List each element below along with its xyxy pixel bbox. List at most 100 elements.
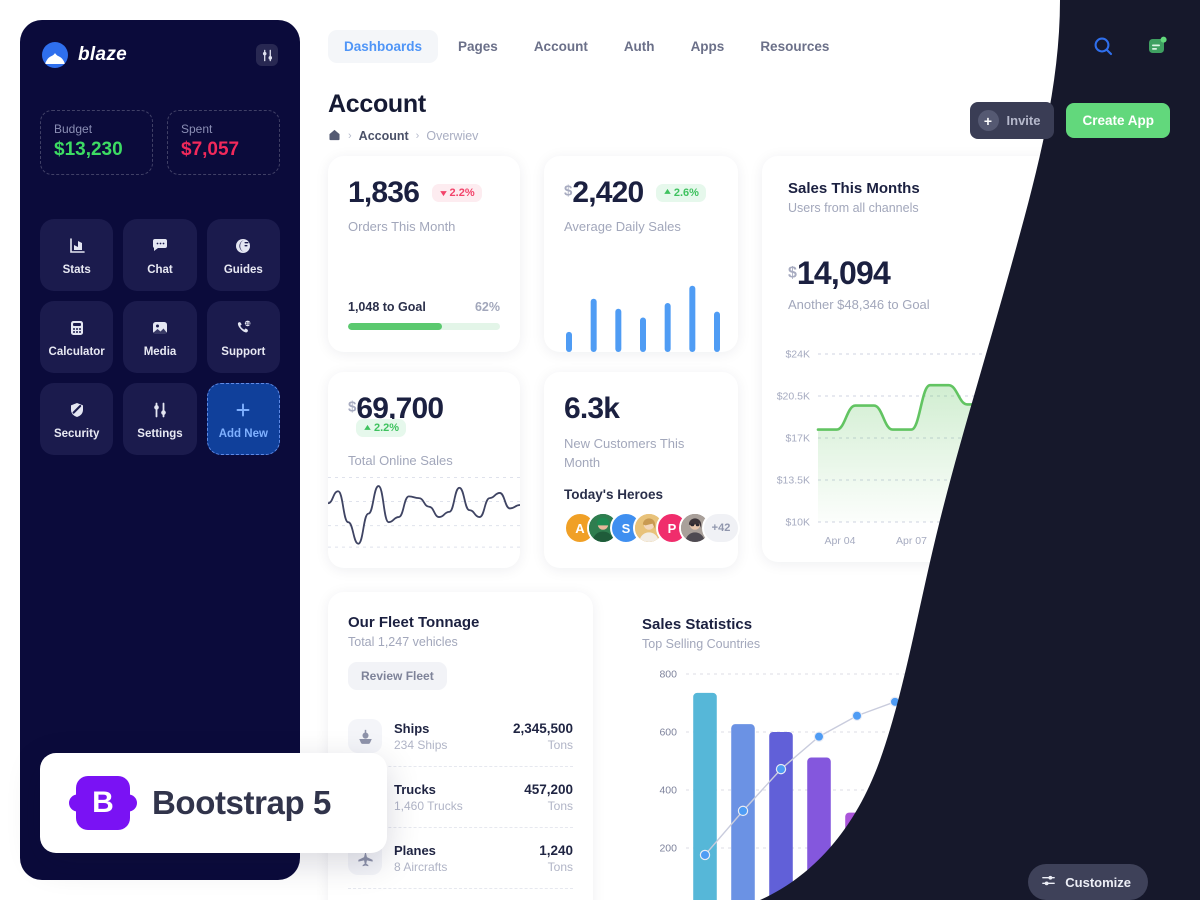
sidebar-item-guides[interactable]: Guides (206, 219, 280, 291)
online-delta-badge: 2.2% (356, 419, 407, 437)
arrow-up-icon (664, 189, 671, 195)
new-customers-label: New Customers This Month (564, 436, 685, 470)
avg-delta-badge: 2.6% (655, 183, 706, 202)
image-icon (150, 317, 170, 339)
spent-value: $7,057 (181, 139, 240, 160)
budget-card[interactable]: Budget $13,230 (40, 110, 153, 175)
avatar-more-count[interactable]: +42 (702, 512, 740, 544)
sliders-icon (150, 399, 170, 421)
fleet-title: Our Fleet Tonnage (348, 614, 480, 631)
fleet-name: Trucks (394, 781, 436, 797)
sidebar-item-stats[interactable]: Stats (40, 219, 114, 291)
spent-card[interactable]: Spent $7,057 (167, 110, 280, 175)
svg-text:40%: 40% (1116, 808, 1137, 820)
ellipsis-icon[interactable] (1118, 616, 1144, 642)
average-daily-sales-card: $2,420 2.6% Average Daily Sales (544, 156, 738, 352)
sidebar-item-label: Calculator (48, 345, 105, 358)
blaze-logo-icon (42, 42, 68, 68)
home-icon[interactable] (328, 128, 341, 144)
svg-text:600: 600 (659, 727, 677, 739)
tab-apps[interactable]: Apps (675, 30, 741, 63)
fleet-name: Planes (394, 842, 436, 858)
calculator-icon (67, 317, 87, 339)
create-app-button[interactable]: Create App (1066, 103, 1170, 138)
orders-goal: 1,048 to Goal 62% (348, 300, 500, 330)
review-fleet-button[interactable]: Review Fleet (348, 662, 447, 690)
tab-pages[interactable]: Pages (442, 30, 514, 63)
sales-this-months-card: Sales This Months Users from all channel… (762, 156, 1170, 562)
sliders-icon (1041, 873, 1056, 891)
orders-goal-text: 1,048 to Goal (348, 300, 426, 314)
new-customers-card: 6.3k New Customers This Month Today's He… (544, 372, 740, 568)
orders-delta-badge: 2.2% (431, 183, 482, 202)
chat-bubble-icon (150, 235, 170, 257)
sales-month-goal: Another $48,346 to Goal (788, 297, 930, 312)
tab-account[interactable]: Account (518, 30, 604, 63)
budget-label: Budget (54, 122, 93, 136)
budget-summary: Budget $13,230 Spent $7,057 (20, 68, 300, 175)
orders-label: Orders This Month (348, 219, 456, 234)
sidebar-item-support[interactable]: 24 Support (206, 301, 280, 373)
table-row[interactable]: Trains 804,300 (348, 888, 573, 900)
sidebar-item-calculator[interactable]: Calculator (40, 301, 114, 373)
svg-text:$20.5K: $20.5K (777, 391, 810, 403)
fleet-meta: 8 Aircrafts (394, 859, 448, 874)
breadcrumb: › Account › Overwiev (328, 128, 478, 144)
sales-month-value: 14,094 (796, 255, 891, 291)
sidebar-nav-grid: Stats Chat Guides Calculator Media 24 Su… (20, 175, 300, 455)
breadcrumb-item-overview: Overwiev (426, 129, 479, 143)
fleet-meta: 1,460 Trucks (394, 798, 463, 813)
sales-stats-title: Sales Statistics (642, 616, 753, 633)
chart-icon (67, 235, 87, 257)
svg-text:Apr 07: Apr 07 (896, 535, 927, 547)
total-online-sales-sparkline (328, 476, 520, 548)
ellipsis-icon[interactable] (1118, 180, 1144, 206)
orders-progress-track (348, 323, 500, 330)
sidebar-item-chat[interactable]: Chat (123, 219, 197, 291)
svg-text:60%: 60% (1116, 761, 1137, 773)
search-icon[interactable] (1090, 33, 1116, 59)
svg-text:Apr 04: Apr 04 (825, 535, 856, 547)
svg-text:$10K: $10K (785, 517, 810, 529)
todays-heroes: Today's Heroes A S P +42 (564, 487, 740, 544)
customize-button[interactable]: Customize (1028, 864, 1148, 900)
arrow-up-icon (364, 424, 371, 430)
page-header: Account › Account › Overwiev (328, 90, 478, 144)
orders-value: 1,836 (348, 176, 420, 209)
sidebar-item-add-new[interactable]: Add New (206, 383, 280, 455)
sidebar-item-settings[interactable]: Settings (123, 383, 197, 455)
tab-resources[interactable]: Resources (744, 30, 845, 63)
sidebar-item-label: Guides (223, 263, 263, 276)
svg-text:Apr 13: Apr 13 (1039, 535, 1070, 547)
sales-stats-subtitle: Top Selling Countries (642, 637, 761, 651)
customize-label: Customize (1065, 874, 1131, 890)
brand[interactable]: blaze (42, 42, 127, 68)
invite-button[interactable]: + Invite (969, 102, 1055, 139)
plus-icon: + (977, 110, 999, 131)
breadcrumb-item-account[interactable]: Account (359, 129, 409, 143)
sales-month-title: Sales This Months (788, 180, 920, 197)
sidebar-item-security[interactable]: Security (40, 383, 114, 455)
fleet-value: 1,240 (539, 842, 573, 858)
fleet-meta: 234 Ships (394, 737, 448, 752)
fleet-unit: Tons (547, 737, 573, 752)
fleet-tonnage-card: Our Fleet Tonnage Total 1,247 vehicles R… (328, 592, 593, 900)
spent-label: Spent (181, 122, 213, 136)
page-title: Account (328, 90, 426, 118)
tab-dashboards[interactable]: Dashboards (328, 30, 439, 63)
svg-text:24: 24 (246, 321, 251, 326)
new-customers-value: 6.3k (564, 392, 620, 425)
breadcrumb-separator: › (348, 130, 352, 142)
sidebar-item-media[interactable]: Media (123, 301, 197, 373)
svg-text:200: 200 (659, 843, 677, 855)
arrow-down-icon (439, 191, 447, 197)
average-daily-sales-bar-chart (566, 285, 720, 352)
svg-text:$24K: $24K (785, 349, 810, 361)
notifications-icon[interactable] (1144, 33, 1170, 59)
orders-progress-fill (348, 323, 443, 330)
sales-month-subtitle: Users from all channels (788, 201, 919, 215)
sliders-icon[interactable] (256, 44, 278, 66)
total-online-sales-card: $69,700 2.2% Total Online Sales (328, 372, 520, 568)
tab-auth[interactable]: Auth (608, 30, 671, 63)
sidebar-header: blaze (20, 20, 300, 68)
